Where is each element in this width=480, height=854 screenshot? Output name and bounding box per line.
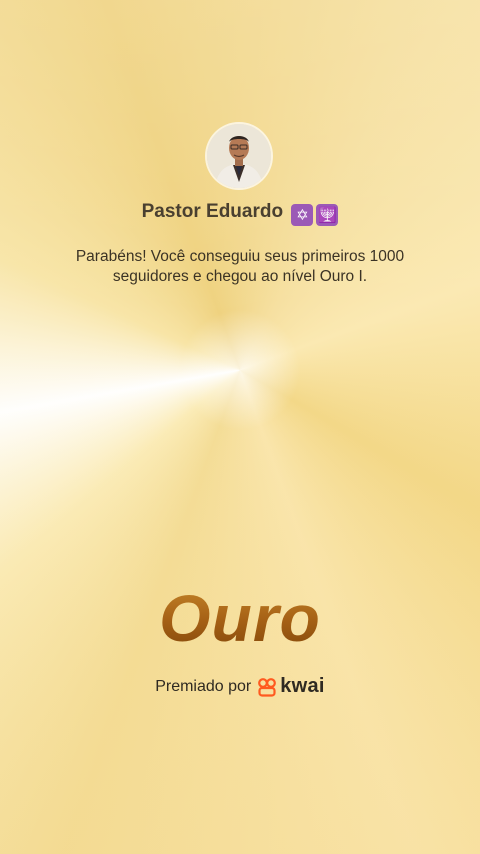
level-title: Ouro bbox=[0, 578, 480, 658]
menorah-emoji-icon: 🕎 bbox=[316, 204, 339, 226]
kwai-icon bbox=[258, 677, 277, 697]
kwai-brand-text: kwai bbox=[280, 675, 325, 697]
profile-header: Pastor Eduardo ✡ 🕎 bbox=[0, 201, 480, 226]
username[interactable]: Pastor Eduardo bbox=[142, 201, 283, 222]
awarded-by-row: Premiado por kwai bbox=[0, 675, 480, 698]
congratulations-message: Parabéns! Você conseguiu seus primeiros … bbox=[75, 248, 405, 285]
kwai-logo: kwai bbox=[257, 675, 325, 698]
awarded-by-label: Premiado por bbox=[155, 677, 252, 695]
avatar-photo bbox=[207, 124, 271, 188]
avatar[interactable] bbox=[207, 124, 271, 188]
star-of-david-emoji-icon: ✡ bbox=[291, 204, 314, 226]
